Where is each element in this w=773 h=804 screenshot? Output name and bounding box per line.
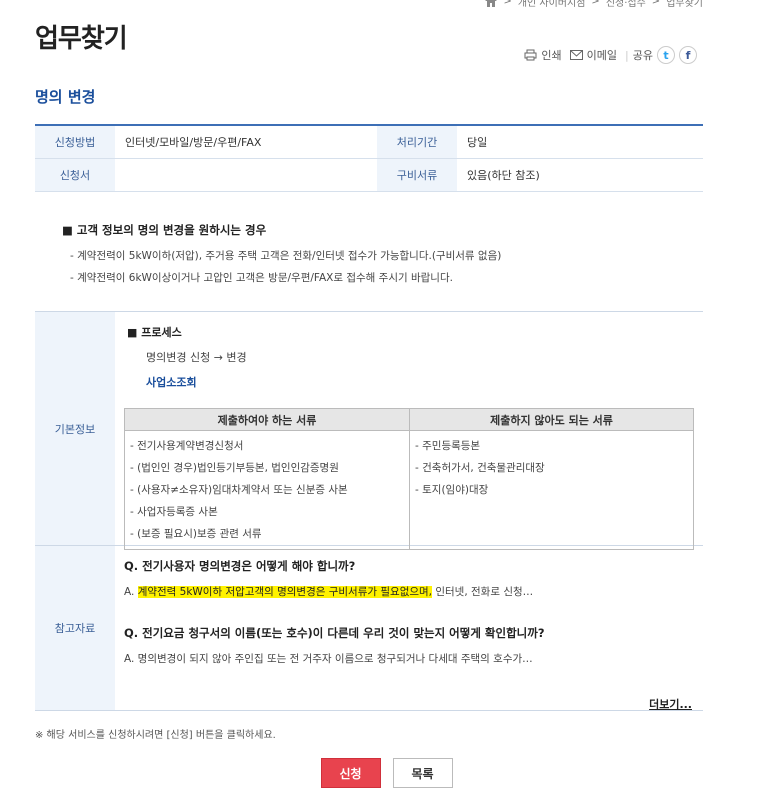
- breadcrumb-item-1[interactable]: 개인 사이버지점: [518, 0, 586, 9]
- list-item: - 건축허가서, 건축물관리대장: [415, 462, 545, 474]
- table-row: 신청서 구비서류 있음(하단 참조): [35, 158, 703, 192]
- form-value: [115, 158, 377, 192]
- list-item: - 토지(임야)대장: [415, 484, 489, 496]
- list-item: - (사용자≠소유자)임대차계약서 또는 신분증 사본: [130, 484, 348, 496]
- list-item: - 전기사용계약변경신청서: [130, 440, 244, 452]
- notice-line: - 계약전력이 6kW이상이거나 고압인 고객은 방문/우편/FAX로 접수해 …: [70, 272, 453, 284]
- breadcrumb-item-3[interactable]: 업무찾기: [666, 0, 703, 9]
- reference-label: 참고자료: [35, 546, 115, 710]
- faq-answer: A. 계약전력 5kW이하 저압고객의 명의변경은 구비서류가 필요없으며, 인…: [124, 586, 534, 598]
- list-item: - 사업자등록증 사본: [130, 506, 218, 518]
- print-icon: [524, 49, 537, 61]
- share-label: 공유: [632, 49, 653, 62]
- notice-line: - 계약전력이 5kW이하(저압), 주거용 주택 고객은 전화/인터넷 접수가…: [70, 250, 502, 262]
- required-docs-header: 제출하여야 하는 서류: [124, 408, 410, 431]
- detail-table: 기본정보 ■ 프로세스 명의변경 신청 → 변경 사업소조회 제출하여야 하는 …: [35, 311, 703, 711]
- faq-answer: A. 명의변경이 되지 않아 주인집 또는 전 거주자 이름으로 청구되거나 다…: [124, 653, 533, 665]
- docs-label: 구비서류: [377, 158, 457, 192]
- period-label: 처리기간: [377, 125, 457, 159]
- optional-docs-header: 제출하지 않아도 되는 서류: [409, 408, 694, 431]
- process-title: ■ 프로세스: [127, 326, 182, 339]
- utility-bar: 인쇄 이메일 | 공유 t f: [516, 46, 697, 64]
- button-row: 신청 목록: [0, 758, 773, 788]
- apply-button[interactable]: 신청: [320, 758, 381, 788]
- breadcrumb-item-2[interactable]: 신청·접수: [606, 0, 646, 9]
- method-label: 신청방법: [35, 125, 115, 159]
- twitter-icon[interactable]: t: [657, 46, 675, 64]
- reference-row: 참고자료 Q. 전기사용자 명의변경은 어떻게 해야 합니까? A. 계약전력 …: [35, 546, 703, 711]
- method-value: 인터넷/모바일/방문/우편/FAX: [115, 125, 377, 159]
- notice-heading: ■ 고객 정보의 명의 변경을 원하시는 경우: [62, 223, 267, 237]
- footnote: ※ 해당 서비스를 신청하시려면 [신청] 버튼을 클릭하세요.: [35, 730, 276, 741]
- more-link[interactable]: 더보기...: [124, 696, 692, 712]
- process-text: 명의변경 신청 → 변경: [146, 351, 247, 364]
- summary-table: 신청방법 인터넷/모바일/방문/우편/FAX 처리기간 당일 신청서 구비서류 …: [35, 124, 703, 192]
- faq-question[interactable]: Q. 전기사용자 명의변경은 어떻게 해야 합니까?: [124, 558, 694, 574]
- documents-table: 제출하여야 하는 서류 제출하지 않아도 되는 서류 - 전기사용계약변경신청서…: [124, 408, 694, 550]
- form-label: 신청서: [35, 158, 115, 192]
- faq-question[interactable]: Q. 전기요금 청구서의 이름(또는 호수)이 다른데 우리 것이 맞는지 어떻…: [124, 625, 694, 641]
- table-row: 신청방법 인터넷/모바일/방문/우편/FAX 처리기간 당일: [35, 125, 703, 159]
- mail-icon: [569, 50, 583, 60]
- page-title: 업무찾기: [35, 24, 128, 54]
- office-lookup-link[interactable]: 사업소조회: [146, 374, 197, 390]
- section-title: 명의 변경: [35, 88, 96, 106]
- notice-box: ■ 고객 정보의 명의 변경을 원하시는 경우 - 계약전력이 5kW이하(저압…: [62, 222, 501, 289]
- home-icon[interactable]: [485, 0, 498, 7]
- period-value: 당일: [457, 125, 703, 159]
- list-item: - (보증 필요시)보증 관련 서류: [130, 528, 262, 540]
- email-button[interactable]: 이메일: [569, 47, 617, 63]
- list-item: - 주민등록등본: [415, 440, 481, 452]
- print-button[interactable]: 인쇄: [524, 47, 562, 63]
- breadcrumb: > 개인 사이버지점 > 신청·접수 > 업무찾기: [485, 0, 703, 9]
- list-item: - (법인인 경우)법인등기부등본, 법인인감증명원: [130, 462, 339, 474]
- highlighted-text: 계약전력 5kW이하 저압고객의 명의변경은 구비서류가 필요없으며,: [137, 586, 433, 598]
- basic-info-label: 기본정보: [35, 312, 115, 545]
- basic-info-row: 기본정보 ■ 프로세스 명의변경 신청 → 변경 사업소조회 제출하여야 하는 …: [35, 312, 703, 550]
- docs-value: 있음(하단 참조): [457, 158, 703, 192]
- list-button[interactable]: 목록: [392, 758, 453, 788]
- facebook-icon[interactable]: f: [679, 46, 697, 64]
